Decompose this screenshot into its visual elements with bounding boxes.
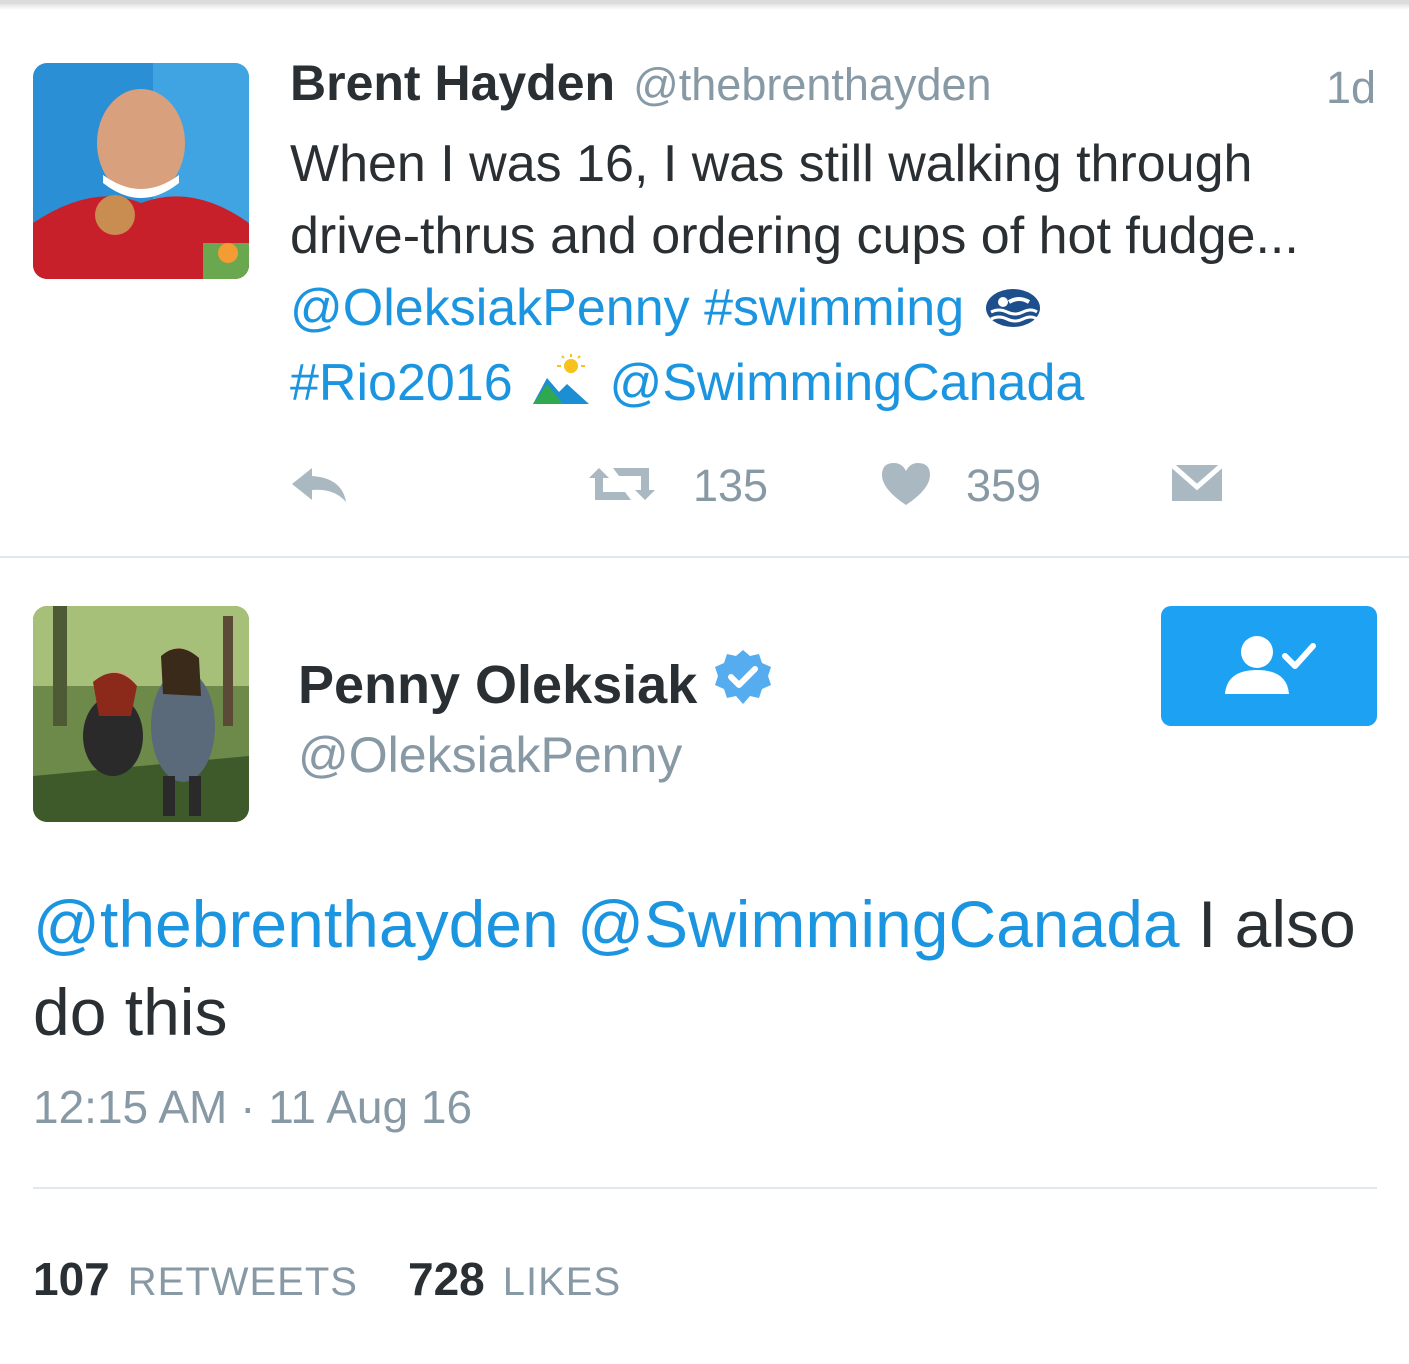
tweet-brent-hayden[interactable]: Brent Hayden @thebrenthayden 1d When I w… bbox=[0, 14, 1409, 556]
mention-link[interactable]: @OleksiakPenny bbox=[290, 279, 690, 337]
tweet-time: 1d bbox=[1325, 62, 1376, 113]
likes-count[interactable]: 728 bbox=[408, 1252, 485, 1306]
tweet-header: Brent Hayden @thebrenthayden bbox=[290, 54, 992, 118]
reply-icon bbox=[290, 464, 350, 509]
likes-label[interactable]: LIKES bbox=[503, 1260, 621, 1305]
verified-badge-icon bbox=[713, 648, 773, 721]
avatar[interactable] bbox=[33, 606, 249, 822]
retweets-label[interactable]: RETWEETS bbox=[128, 1260, 358, 1305]
divider bbox=[33, 1187, 1377, 1189]
message-icon bbox=[1170, 461, 1224, 512]
hashtag-link[interactable]: #Rio2016 bbox=[290, 354, 513, 412]
tweet-actions: 135 359 bbox=[0, 454, 1409, 518]
author-handle[interactable]: @thebrenthayden bbox=[633, 59, 991, 111]
tweet-text-line: drive-thrus and ordering cups of hot fud… bbox=[290, 207, 1299, 265]
tweet-stats: 107 RETWEETS 728 LIKES bbox=[33, 1252, 671, 1306]
hashtag-link[interactable]: #swimming bbox=[704, 279, 964, 337]
rio-landscape-emoji-icon bbox=[533, 351, 590, 423]
direct-message-button[interactable] bbox=[1170, 454, 1224, 518]
heart-icon bbox=[880, 461, 932, 512]
mention-link[interactable]: @thebrenthayden bbox=[33, 887, 559, 961]
following-check-icon bbox=[1221, 632, 1317, 701]
retweet-button[interactable]: 135 bbox=[585, 454, 768, 518]
author-name-row: Penny Oleksiak bbox=[298, 648, 773, 721]
retweets-count[interactable]: 107 bbox=[33, 1252, 110, 1306]
divider bbox=[0, 556, 1409, 558]
author-handle[interactable]: @OleksiakPenny bbox=[298, 726, 682, 784]
mention-link[interactable]: @SwimmingCanada bbox=[610, 354, 1085, 412]
swimming-emoji-icon bbox=[985, 275, 1041, 347]
like-button[interactable]: 359 bbox=[880, 454, 1041, 518]
tweet-text: When I was 16, I was still walking throu… bbox=[290, 128, 1370, 423]
tweet-timestamp[interactable]: 12:15 AM · 11 Aug 16 bbox=[33, 1080, 472, 1134]
author-name[interactable]: Penny Oleksiak bbox=[298, 654, 697, 716]
retweet-icon bbox=[585, 464, 659, 509]
tweet-text-line: When I was 16, I was still walking throu… bbox=[290, 135, 1253, 193]
following-button[interactable] bbox=[1161, 606, 1377, 726]
author-name[interactable]: Brent Hayden bbox=[290, 54, 615, 112]
retweet-count: 135 bbox=[693, 460, 769, 511]
tweet-text: @thebrenthayden @SwimmingCanada I also d… bbox=[33, 880, 1383, 1056]
reply-button[interactable] bbox=[290, 454, 350, 518]
avatar[interactable] bbox=[33, 63, 249, 279]
mention-link[interactable]: @SwimmingCanada bbox=[577, 887, 1180, 961]
top-edge bbox=[0, 0, 1409, 10]
like-count: 359 bbox=[966, 460, 1042, 511]
